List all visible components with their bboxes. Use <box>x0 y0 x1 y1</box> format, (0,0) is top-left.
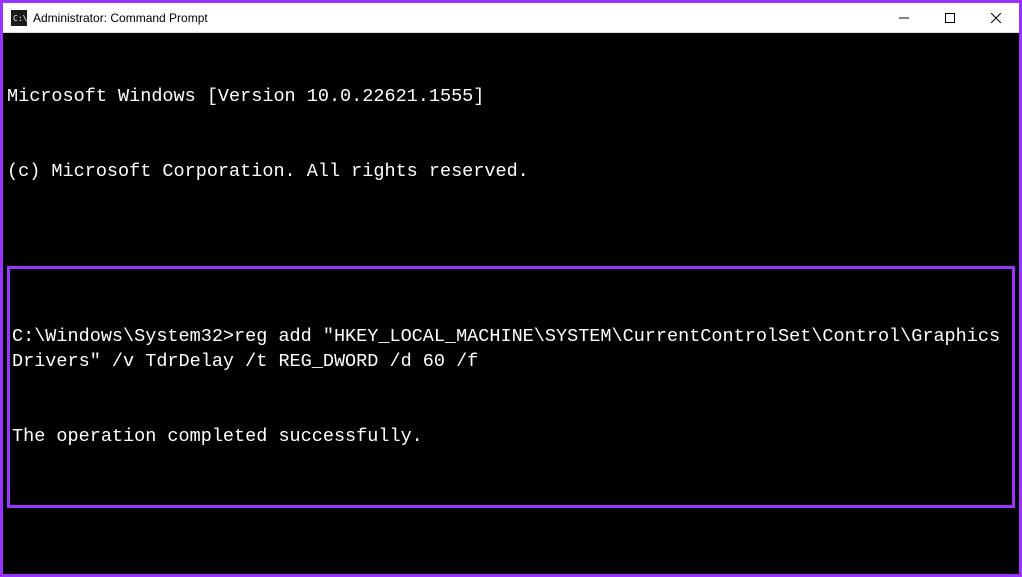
command-prompt-window: C:\ Administrator: Command Prompt Micros… <box>3 3 1019 574</box>
terminal-area[interactable]: Microsoft Windows [Version 10.0.22621.15… <box>3 33 1019 574</box>
command-1: C:\Windows\System32>reg add "HKEY_LOCAL_… <box>12 325 1010 375</box>
window-controls <box>881 3 1019 32</box>
titlebar[interactable]: C:\ Administrator: Command Prompt <box>3 3 1019 33</box>
result-1: The operation completed successfully. <box>12 425 1010 450</box>
highlight-box-1: C:\Windows\System32>reg add "HKEY_LOCAL_… <box>7 266 1015 509</box>
svg-text:C:\: C:\ <box>13 14 27 23</box>
minimize-button[interactable] <box>881 3 927 32</box>
window-title: Administrator: Command Prompt <box>33 11 881 25</box>
close-button[interactable] <box>973 3 1019 32</box>
copyright-line: (c) Microsoft Corporation. All rights re… <box>7 160 1015 185</box>
cmd-icon: C:\ <box>11 10 27 26</box>
version-line: Microsoft Windows [Version 10.0.22621.15… <box>7 85 1015 110</box>
maximize-button[interactable] <box>927 3 973 32</box>
